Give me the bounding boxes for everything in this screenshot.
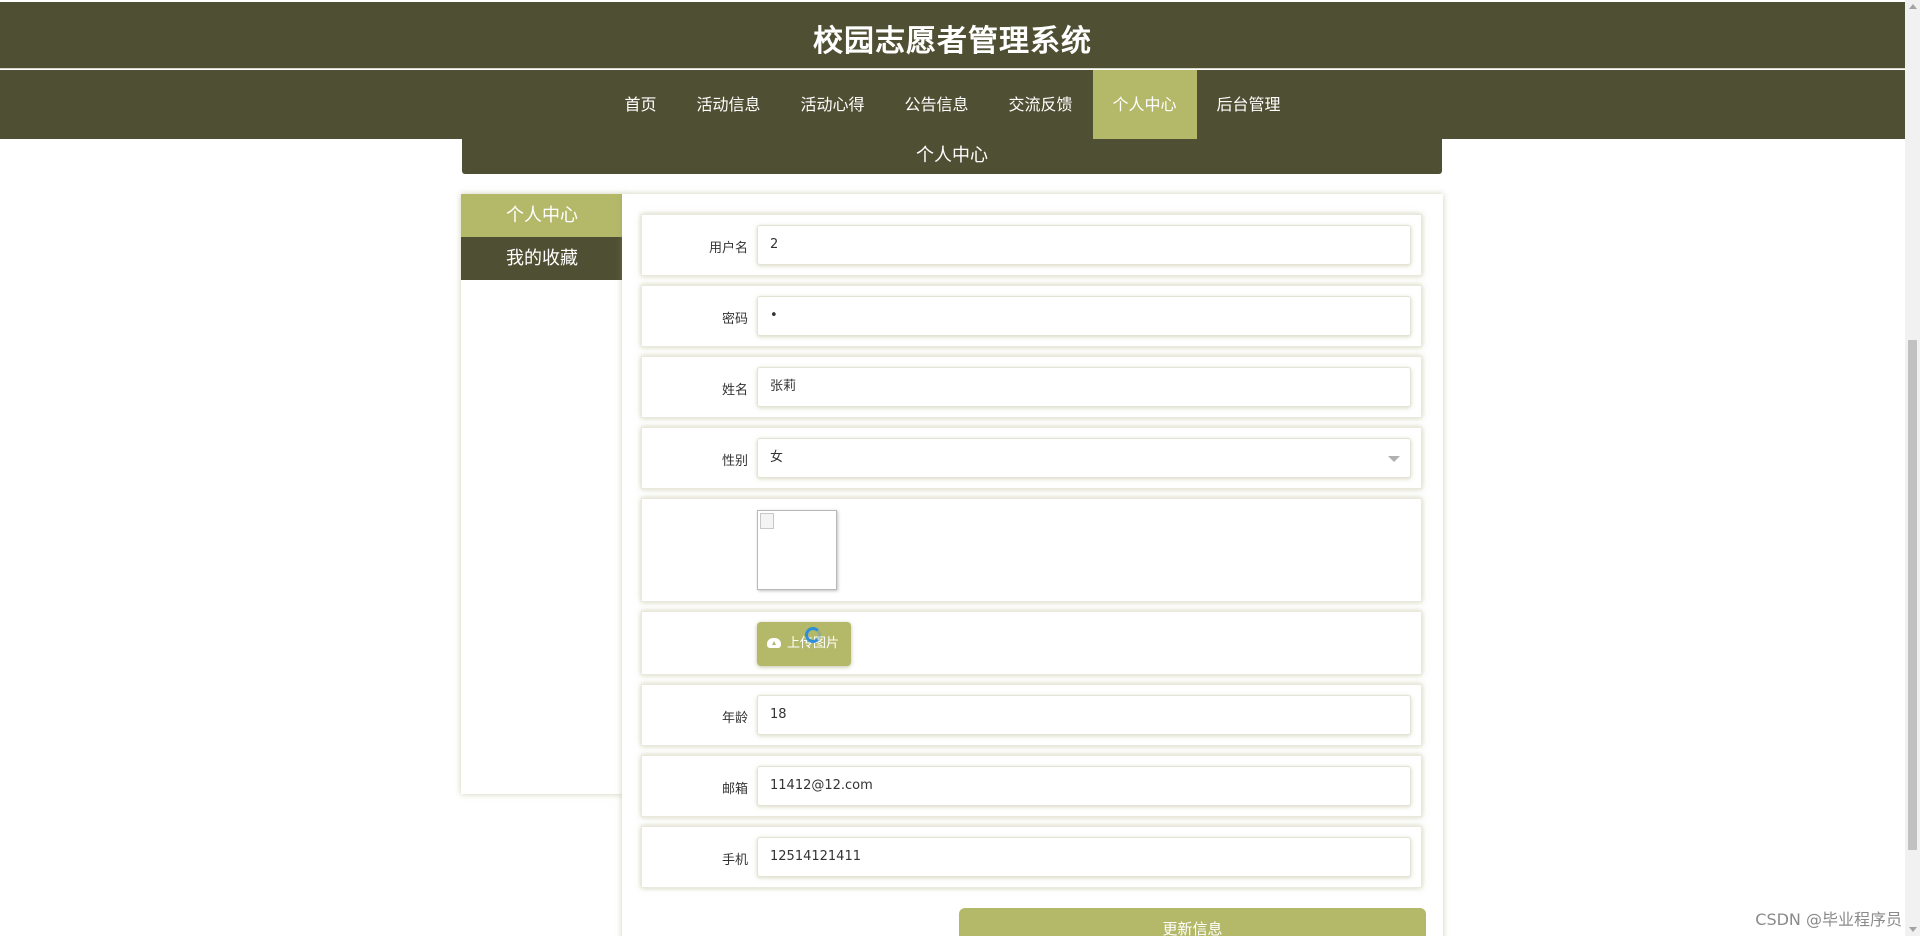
age-input[interactable]: 18	[757, 695, 1411, 735]
nav-item-home[interactable]: 首页	[604, 70, 676, 139]
password-input[interactable]: •	[757, 296, 1411, 336]
form-row-email: 邮箱 11412@12.com	[641, 755, 1422, 817]
nav-item-admin[interactable]: 后台管理	[1197, 70, 1301, 139]
nav-item-feedback[interactable]: 交流反馈	[989, 70, 1093, 139]
scroll-up-arrow-icon[interactable]	[1909, 4, 1917, 9]
form-row-gender: 性别 女	[641, 427, 1422, 489]
email-label: 邮箱	[721, 782, 748, 797]
watermark: CSDN @毕业程序员	[1755, 910, 1902, 929]
avatar-image	[757, 510, 837, 590]
loading-cursor-icon	[805, 627, 821, 643]
chevron-down-icon	[1388, 456, 1400, 462]
name-input[interactable]: 张莉	[757, 367, 1411, 407]
form-row-phone: 手机 12514121411	[641, 826, 1422, 888]
form-row-password: 密码 •	[641, 285, 1422, 347]
site-header: 校园志愿者管理系统	[0, 0, 1905, 69]
gender-selected-value: 女	[770, 450, 784, 465]
gender-select[interactable]: 女	[757, 438, 1411, 478]
broken-image-icon	[760, 513, 774, 529]
phone-input[interactable]: 12514121411	[757, 837, 1411, 877]
main-nav: 首页 活动信息 活动心得 公告信息 交流反馈 个人中心 后台管理	[0, 70, 1905, 139]
name-label: 姓名	[721, 383, 748, 398]
site-title: 校园志愿者管理系统	[813, 24, 1092, 59]
scrollbar-thumb[interactable]	[1908, 340, 1917, 850]
form-row-username: 用户名 2	[641, 214, 1422, 276]
upload-image-button[interactable]: 上传图片	[757, 622, 851, 666]
section-title: 个人中心	[462, 139, 1442, 174]
profile-form: 用户名 2 密码 • 姓名 张莉 性别 女 上传图片 年龄 18 邮箱 1141…	[622, 194, 1443, 936]
sidebar-item-personal-center[interactable]: 个人中心	[461, 194, 623, 237]
nav-item-activities[interactable]: 活动信息	[676, 70, 780, 139]
nav-item-announcements[interactable]: 公告信息	[884, 70, 988, 139]
page-scrollbar[interactable]	[1905, 0, 1920, 936]
sidebar-item-favorites[interactable]: 我的收藏	[461, 237, 623, 280]
username-input[interactable]: 2	[757, 225, 1411, 265]
cloud-upload-icon	[767, 638, 781, 648]
form-row-name: 姓名 张莉	[641, 356, 1422, 418]
content-area: 个人中心 我的收藏 用户名 2 密码 • 姓名 张莉 性别 女 上传图片 年龄 …	[461, 194, 1443, 936]
scroll-down-arrow-icon[interactable]	[1909, 927, 1917, 932]
sidebar: 个人中心 我的收藏	[461, 194, 623, 794]
form-row-age: 年龄 18	[641, 684, 1422, 746]
phone-label: 手机	[721, 853, 748, 868]
email-input[interactable]: 11412@12.com	[757, 766, 1411, 806]
nav-item-experiences[interactable]: 活动心得	[780, 70, 884, 139]
page: 校园志愿者管理系统 首页 活动信息 活动心得 公告信息 交流反馈 个人中心 后台…	[0, 0, 1920, 936]
update-info-button[interactable]: 更新信息	[959, 908, 1426, 936]
gender-label: 性别	[721, 454, 748, 469]
username-label: 用户名	[708, 241, 748, 256]
form-row-avatar	[641, 498, 1422, 602]
password-label: 密码	[721, 312, 748, 327]
nav-item-personal-center[interactable]: 个人中心	[1092, 70, 1197, 139]
age-label: 年龄	[721, 711, 748, 726]
nav-items: 首页 活动信息 活动心得 公告信息 交流反馈 个人中心 后台管理	[0, 70, 1905, 139]
form-row-upload: 上传图片	[641, 611, 1422, 675]
